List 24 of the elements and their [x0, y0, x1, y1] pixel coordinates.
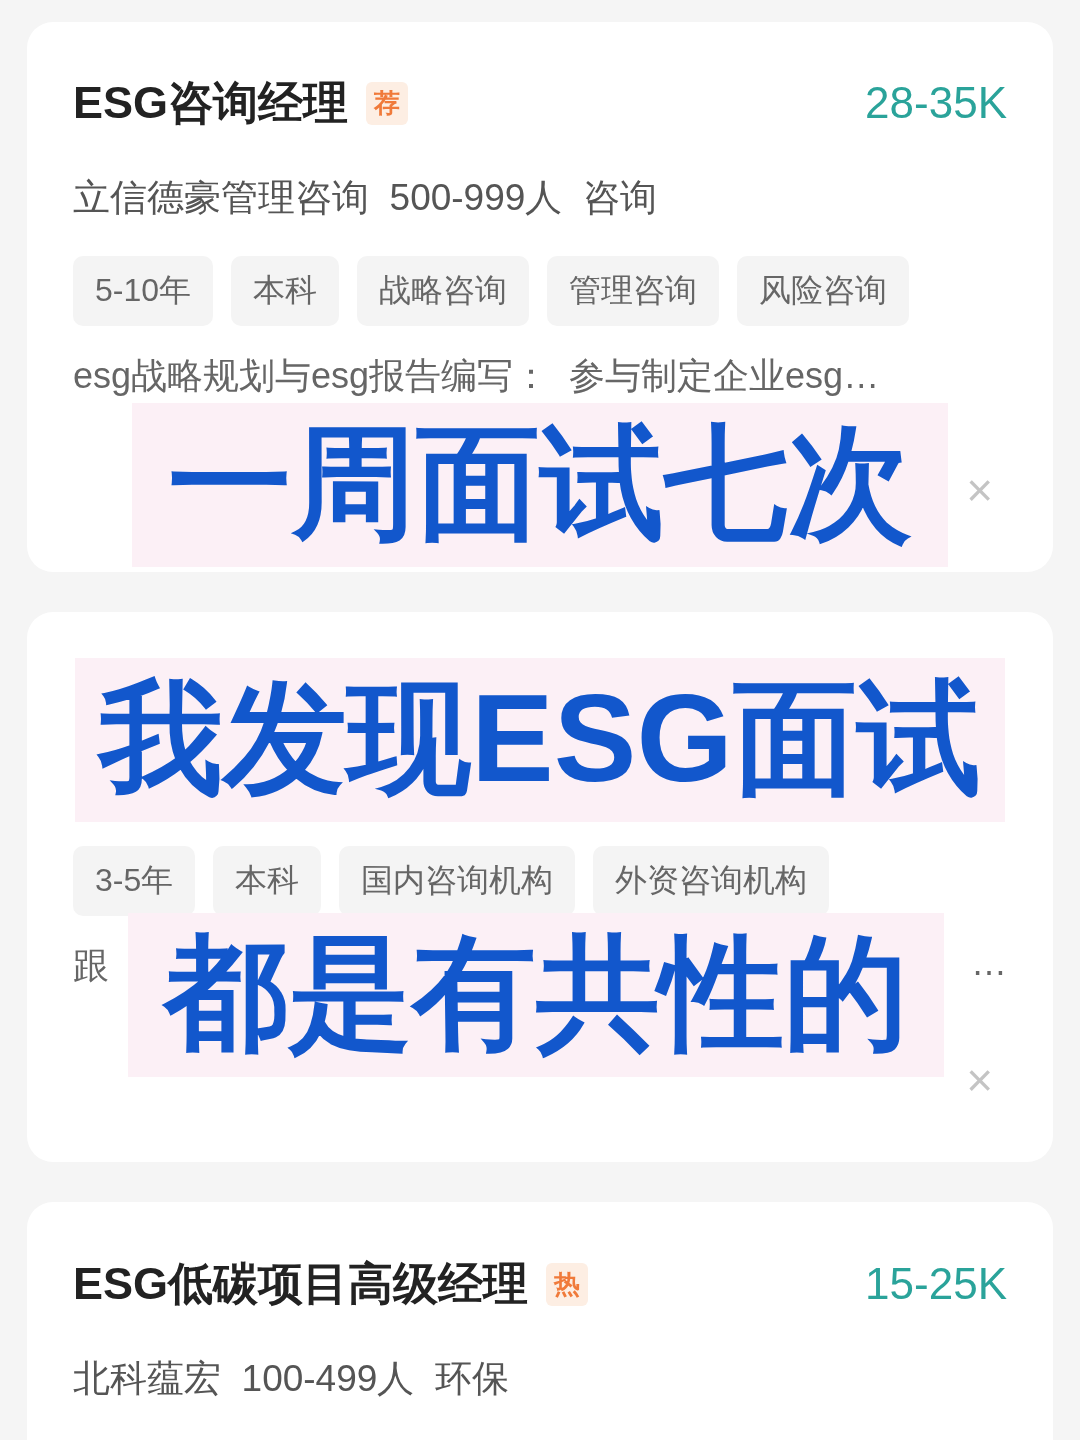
- job-title: ESG低碳项目高级经理: [73, 1257, 529, 1311]
- job-badge: 荐: [366, 81, 409, 125]
- job-description: esg战略规划与esg报告编写： 参与制定企业esg…: [73, 354, 880, 398]
- caption-overlay: 都是有共性的: [128, 913, 944, 1077]
- salary: 15-25K: [865, 1259, 1007, 1309]
- job-tag: 外资咨询机构: [593, 846, 830, 916]
- job-tag: 本科: [213, 846, 322, 916]
- job-description: 跟: [73, 944, 109, 988]
- company-info: 北科蕴宏 100-499人 环保: [73, 1358, 509, 1399]
- job-tag: 3-5年: [73, 846, 196, 916]
- job-title: ESG咨询经理: [73, 76, 349, 130]
- salary: 28-35K: [865, 78, 1007, 128]
- job-tag: 国内咨询机构: [339, 846, 576, 916]
- job-badge: 热: [546, 1262, 589, 1306]
- job-tag: 5-10年: [73, 256, 214, 326]
- job-tag: 风险咨询: [737, 256, 910, 326]
- caption-overlay: 我发现ESG面试: [75, 658, 1005, 822]
- company-info: 立信德豪管理咨询 500-999人 咨询: [73, 177, 657, 218]
- job-card[interactable]: ESG低碳项目高级经理 热 15-25K 北科蕴宏 100-499人 环保: [27, 1202, 1053, 1440]
- job-description: …: [971, 942, 1007, 985]
- job-tag: 本科: [231, 256, 340, 326]
- job-tag: 战略咨询: [357, 256, 530, 326]
- job-tag: 管理咨询: [547, 256, 720, 326]
- caption-overlay: 一周面试七次: [132, 403, 948, 567]
